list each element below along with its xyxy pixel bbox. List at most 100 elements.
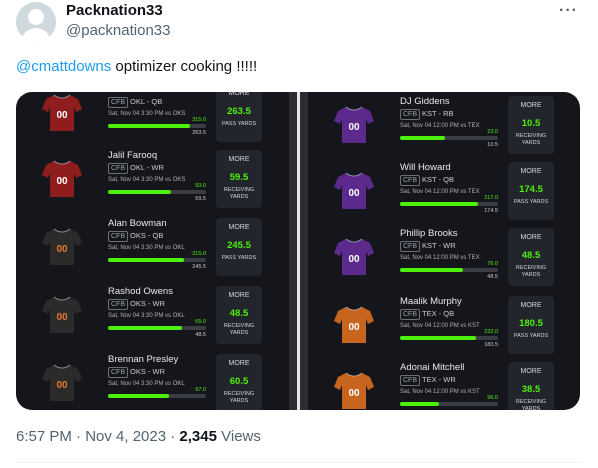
projection-value: 245.5 xyxy=(192,264,206,270)
target-value: 315.0 xyxy=(192,117,206,123)
league-badge: CFB xyxy=(400,309,420,320)
team-position: KST - QB xyxy=(422,175,454,184)
league-badge: CFB xyxy=(108,97,128,108)
league-badge: CFB xyxy=(108,299,128,310)
target-value: 217.0 xyxy=(484,195,498,201)
player-card[interactable]: 00 Will Howard CFB KST - QB Sat, Nov 04 12:0… xyxy=(318,162,568,228)
tweet-body-text: optimizer cooking !!!!! xyxy=(111,58,258,75)
player-card[interactable]: 00 Phillip Brooks CFB KST - WR Sat, Nov 04 1… xyxy=(318,228,568,294)
jersey-icon: 00 xyxy=(334,172,374,210)
player-name: Alan Bowman xyxy=(108,218,167,229)
game-time: Sat, Nov 04 3:30 PM vs OKL xyxy=(108,381,185,387)
projection-value: 263.5 xyxy=(192,130,206,136)
progress-bar xyxy=(400,136,498,140)
stat-type-label: RECEIVING YARDS xyxy=(515,133,547,146)
league-badge: CFB xyxy=(108,163,128,174)
more-label: MORE xyxy=(228,92,250,97)
tweet-header: Packnation33 @packnation33 ··· xyxy=(16,0,582,50)
jersey-icon: 00 xyxy=(42,296,82,334)
svg-text:00: 00 xyxy=(348,388,360,399)
stat-type-label: PASS YARDS xyxy=(221,121,257,127)
stat-line-value: 263.5 xyxy=(227,106,251,117)
target-value: 97.0 xyxy=(195,387,206,393)
jersey-icon: 00 xyxy=(334,306,374,344)
progress-fill xyxy=(400,136,446,140)
game-time: Sat, Nov 04 3:30 PM vs OKS xyxy=(108,111,186,117)
stat-type-label: PASS YARDS xyxy=(221,255,257,261)
svg-text:00: 00 xyxy=(56,110,68,121)
player-card[interactable]: 00 Alan Bowman CFB OKS - QB Sat, Nov 04 3:30… xyxy=(26,218,282,284)
projection-value: 174.5 xyxy=(484,208,498,214)
team-position: OKL - WR xyxy=(130,163,164,172)
league-badge: CFB xyxy=(400,241,420,252)
progress-fill xyxy=(400,336,477,340)
progress-fill xyxy=(108,326,182,330)
author-display-name[interactable]: Packnation33 xyxy=(66,2,163,19)
progress-bar xyxy=(108,326,206,330)
more-horizontal-icon[interactable]: ··· xyxy=(559,2,578,20)
author-handle[interactable]: @packnation33 xyxy=(66,22,170,39)
target-value: 232.0 xyxy=(484,329,498,335)
progress-fill xyxy=(108,258,185,262)
team-position: TEX - WR xyxy=(422,375,456,384)
target-value: 93.0 xyxy=(195,183,206,189)
tweet-timestamp[interactable]: 6:57 PM · Nov 4, 2023 · xyxy=(16,428,179,445)
mention-link[interactable]: @cmattdowns xyxy=(16,58,111,75)
divider xyxy=(16,462,582,463)
player-card[interactable]: 00 Brennan Presley CFB OKS - WR Sat, Nov 04 … xyxy=(26,354,282,410)
more-label: MORE xyxy=(228,224,250,231)
jersey-icon: 00 xyxy=(42,228,82,266)
more-button[interactable]: MORE 59.5 RECEIVING YARDS xyxy=(216,150,262,208)
player-card[interactable]: 00 Rashod Owens CFB OKS - WR Sat, Nov 04 3:3… xyxy=(26,286,282,352)
player-card[interactable]: 00 DJ Giddens CFB KST - RB Sat, Nov 04 12:00… xyxy=(318,96,568,162)
player-card[interactable]: 00 Dillon Gabriel CFBOKL - QB Sat, Nov 04 3… xyxy=(26,92,282,150)
more-button[interactable]: MORE 38.5 RECEIVING YARDS xyxy=(508,362,554,410)
player-name: Maalik Murphy xyxy=(400,296,462,307)
svg-text:00: 00 xyxy=(348,188,360,199)
media-grid[interactable]: 00Dillon GabrielCFBOKL - QBSat, Nov 04 3… xyxy=(16,92,580,410)
target-value: 315.0 xyxy=(192,251,206,257)
more-label: MORE xyxy=(228,292,250,299)
game-time: Sat, Nov 04 3:30 PM vs OKL xyxy=(108,313,185,319)
svg-text:00: 00 xyxy=(56,380,68,391)
jersey-icon: 00 xyxy=(334,372,374,410)
progress-fill xyxy=(400,402,440,406)
more-button[interactable]: MORE 245.5 PASS YARDS xyxy=(216,218,262,276)
avatar[interactable] xyxy=(16,2,56,42)
more-button[interactable]: MORE 180.5 PASS YARDS xyxy=(508,296,554,354)
progress-bar xyxy=(108,394,206,398)
progress-bar xyxy=(400,268,498,272)
media-image-left[interactable]: 00Dillon GabrielCFBOKL - QBSat, Nov 04 3… xyxy=(16,92,297,410)
team-position: OKS - WR xyxy=(130,367,165,376)
more-button[interactable]: MORE 60.5 RECEIVING YARDS xyxy=(216,354,262,410)
more-button[interactable]: MORE 10.5 RECEIVING YARDS xyxy=(508,96,554,154)
projection-value: 180.5 xyxy=(484,342,498,348)
stat-type-label: RECEIVING YARDS xyxy=(223,391,255,404)
stat-line-value: 48.5 xyxy=(229,308,249,319)
svg-text:00: 00 xyxy=(56,176,68,187)
more-label: MORE xyxy=(520,234,542,241)
player-card[interactable]: 00 Jalil Farooq CFB OKL - WR Sat, Nov 04 3:3… xyxy=(26,150,282,216)
player-card[interactable]: 00 Adonai Mitchell CFB TEX - WR Sat, Nov 04 … xyxy=(318,362,568,410)
projection-value: 10.5 xyxy=(487,142,498,148)
team-position: OKS - QB xyxy=(130,231,164,240)
scrollbar[interactable] xyxy=(300,92,308,410)
stat-line-value: 174.5 xyxy=(519,184,543,195)
progress-bar xyxy=(400,402,498,406)
more-label: MORE xyxy=(228,360,250,367)
more-button[interactable]: MORE 48.5 RECEIVING YARDS xyxy=(508,228,554,286)
target-value: 96.0 xyxy=(487,395,498,401)
scrollbar[interactable] xyxy=(289,92,297,410)
media-image-right[interactable]: 00 DJ Giddens CFB KST - RB Sat, Nov 04 12:00… xyxy=(300,92,580,410)
player-card[interactable]: 00 Maalik Murphy CFB TEX - QB Sat, Nov 04 12… xyxy=(318,296,568,362)
league-badge: CFB xyxy=(400,175,420,186)
player-name: Phillip Brooks xyxy=(400,228,458,239)
progress-fill xyxy=(400,268,463,272)
stat-line-value: 10.5 xyxy=(521,118,541,129)
more-button[interactable]: MORE 263.5 PASS YARDS xyxy=(216,92,262,142)
more-button[interactable]: MORE 48.5 RECEIVING YARDS xyxy=(216,286,262,344)
stat-type-label: RECEIVING YARDS xyxy=(515,265,547,278)
target-value: 76.0 xyxy=(487,261,498,267)
more-button[interactable]: MORE 174.5 PASS YARDS xyxy=(508,162,554,220)
stat-line-value: 59.5 xyxy=(229,172,249,183)
